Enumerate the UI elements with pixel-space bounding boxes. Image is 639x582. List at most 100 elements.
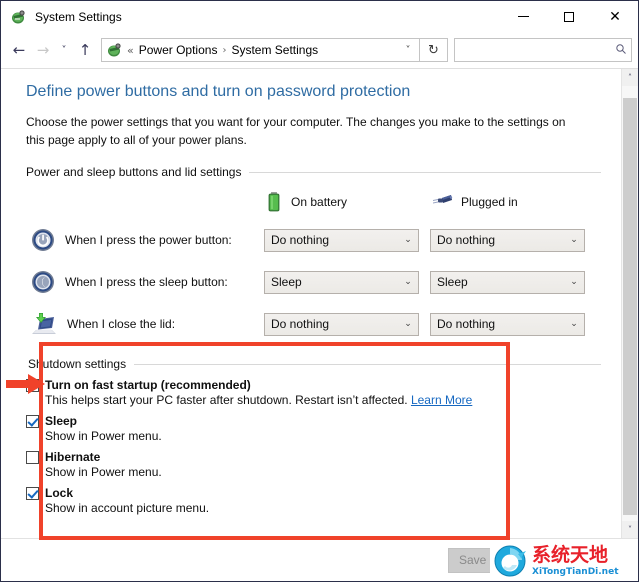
window-controls: ✕ — [500, 1, 638, 32]
dropdown-value: Do nothing — [437, 317, 496, 331]
up-button[interactable]: ↑ — [73, 38, 97, 62]
chevron-down-icon: ⌄ — [570, 277, 578, 287]
column-label-on-battery: On battery — [291, 195, 348, 209]
watermark-chinese-text: 系统天地 — [532, 543, 609, 566]
minimize-button[interactable] — [500, 1, 546, 32]
checkbox-row-hibernate: Hibernate Show in Power menu. — [26, 450, 601, 479]
power-options-icon — [11, 9, 27, 25]
breadcrumb-item-power-options[interactable]: Power Options — [139, 43, 218, 57]
maximize-button[interactable] — [546, 1, 592, 32]
group-header-label: Power and sleep buttons and lid settings — [26, 165, 242, 179]
refresh-button[interactable]: ↻ — [420, 38, 448, 62]
checkbox-hibernate[interactable] — [26, 450, 39, 464]
scroll-down-button[interactable]: ˅ — [622, 521, 638, 538]
dropdown-power-button-on-battery[interactable]: Do nothing ⌄ — [264, 228, 419, 252]
setting-label-close-lid: When I close the lid: — [67, 317, 176, 331]
address-bar[interactable]: « Power Options › System Settings ˅ — [101, 38, 420, 62]
search-input[interactable] — [455, 39, 612, 61]
setting-label-sleep-button: When I press the sleep button: — [65, 275, 228, 289]
watermark-logo-icon — [494, 545, 526, 577]
group-header-rule — [249, 171, 601, 173]
close-icon: ✕ — [609, 8, 621, 25]
checkbox-row-fast-startup: Turn on fast startup (recommended) This … — [26, 378, 601, 407]
navigation-bar: ← → ˅ ↑ « Power Options › System Setting… — [1, 32, 638, 68]
checkbox-label-lock: Lock — [45, 486, 74, 500]
setting-label-power-button: When I press the power button: — [65, 233, 232, 247]
checkbox-row-lock: Lock Show in account picture menu. — [26, 486, 601, 515]
dropdown-value: Sleep — [271, 275, 302, 289]
description-text: This helps start your PC faster after sh… — [45, 393, 408, 407]
checkbox-label-fast-startup: Turn on fast startup (recommended) — [45, 378, 251, 392]
dropdown-value: Do nothing — [271, 233, 330, 247]
checkbox-label-hibernate: Hibernate — [45, 450, 101, 464]
dropdown-close-lid-plugged-in[interactable]: Do nothing ⌄ — [430, 312, 585, 336]
chevron-down-icon: ⌄ — [570, 235, 578, 245]
sleep-button-icon — [30, 269, 56, 295]
checkbox-line[interactable]: Hibernate — [26, 450, 601, 464]
title-bar: System Settings ✕ — [1, 1, 638, 32]
maximize-icon — [564, 11, 574, 22]
chevron-down-icon: ⌄ — [570, 319, 578, 329]
checkbox-description-sleep: Show in Power menu. — [45, 429, 162, 443]
power-plug-icon — [430, 192, 454, 212]
shutdown-header-label: Shutdown settings — [28, 357, 127, 371]
row-label-close-lid: When I close the lid: — [24, 311, 264, 337]
settings-content: Define power buttons and turn on passwor… — [4, 69, 621, 538]
scroll-up-button[interactable]: ˄ — [622, 69, 638, 86]
checkbox-line[interactable]: Turn on fast startup (recommended) — [26, 378, 601, 392]
dropdown-sleep-button-plugged-in[interactable]: Sleep ⌄ — [430, 270, 585, 294]
power-button-icon — [30, 227, 56, 253]
content-area: Define power buttons and turn on passwor… — [1, 68, 638, 538]
dropdown-sleep-button-on-battery[interactable]: Sleep ⌄ — [264, 270, 419, 294]
chevron-down-icon: ⌄ — [404, 235, 412, 245]
dropdown-close-lid-on-battery[interactable]: Do nothing ⌄ — [264, 312, 419, 336]
watermark-english-text: XiTongTianDi.net — [532, 566, 619, 577]
power-options-icon — [107, 42, 123, 58]
column-header-plugged-in: Plugged in — [430, 192, 596, 212]
shutdown-header-rule — [134, 363, 601, 365]
row-label-sleep-button: When I press the sleep button: — [24, 269, 264, 295]
battery-icon — [264, 191, 284, 213]
shutdown-group-header: Shutdown settings — [28, 357, 601, 371]
search-box[interactable] — [454, 38, 632, 62]
chevron-down-icon[interactable]: ˅ — [397, 45, 419, 56]
chevron-down-icon: ⌄ — [404, 277, 412, 287]
page-description: Choose the power settings that you want … — [26, 115, 566, 147]
checkbox-sleep[interactable] — [26, 414, 39, 428]
checkbox-line[interactable]: Lock — [26, 486, 601, 500]
system-settings-window: System Settings ✕ ← → ˅ ↑ « Power Option… — [0, 0, 639, 582]
column-header-on-battery: On battery — [264, 191, 430, 213]
breadcrumb-item-system-settings[interactable]: System Settings — [231, 43, 318, 57]
checkbox-description-hibernate: Show in Power menu. — [45, 465, 162, 479]
dropdown-power-button-plugged-in[interactable]: Do nothing ⌄ — [430, 228, 585, 252]
search-icon — [612, 43, 631, 58]
page-title: Define power buttons and turn on passwor… — [26, 83, 411, 100]
scrollbar-thumb[interactable] — [623, 98, 637, 515]
row-label-power-button: When I press the power button: — [24, 227, 264, 253]
chevron-down-icon: ⌄ — [404, 319, 412, 329]
breadcrumb-overflow-icon[interactable]: « — [127, 44, 134, 57]
dropdown-value: Do nothing — [437, 233, 496, 247]
learn-more-link[interactable]: Learn More — [411, 393, 472, 407]
vertical-scrollbar[interactable]: ˄ ˅ — [621, 69, 638, 538]
back-button[interactable]: ← — [7, 38, 31, 62]
checkbox-fast-startup[interactable] — [26, 378, 39, 392]
forward-button[interactable]: → — [31, 38, 55, 62]
checkbox-description-lock: Show in account picture menu. — [45, 501, 210, 515]
setting-row-sleep-button: When I press the sleep button: Sleep ⌄ S… — [24, 261, 601, 303]
column-label-plugged-in: Plugged in — [461, 195, 518, 209]
checkbox-label-sleep: Sleep — [45, 414, 78, 428]
close-button[interactable]: ✕ — [592, 1, 638, 32]
setting-row-close-lid: When I close the lid: Do nothing ⌄ Do no… — [24, 303, 601, 345]
shutdown-settings-section: Shutdown settings Turn on fast startup (… — [24, 357, 601, 515]
window-title: System Settings — [35, 9, 122, 24]
checkbox-line[interactable]: Sleep — [26, 414, 601, 428]
breadcrumb-separator-icon: › — [222, 44, 227, 56]
recent-locations-button[interactable]: ˅ — [55, 38, 73, 62]
laptop-lid-icon — [30, 311, 58, 337]
column-headers: On battery Plugged in — [24, 191, 601, 213]
minimize-icon — [517, 16, 529, 17]
setting-row-power-button: When I press the power button: Do nothin… — [24, 219, 601, 261]
checkbox-lock[interactable] — [26, 486, 39, 500]
scrollbar-track[interactable] — [622, 86, 638, 521]
